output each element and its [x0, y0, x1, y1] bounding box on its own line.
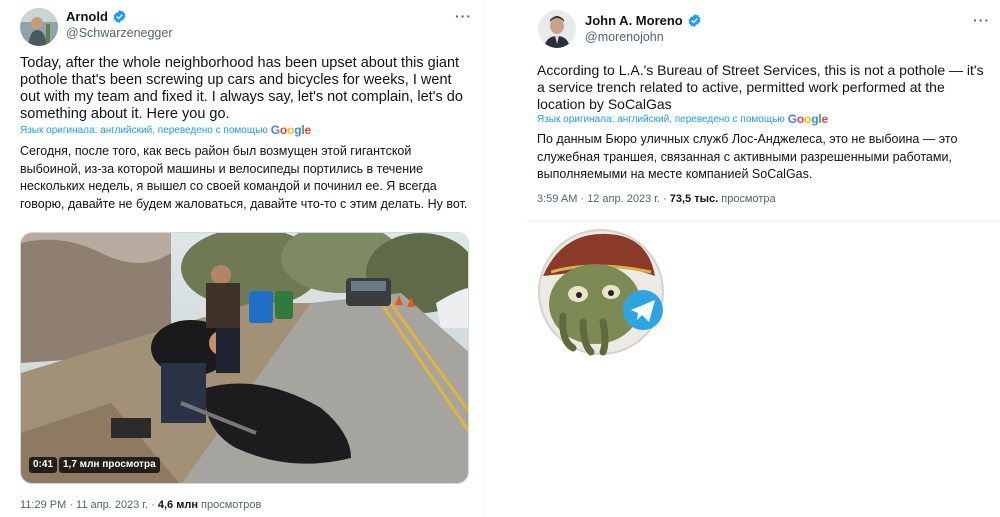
tweet-text-original: According to L.A.'s Bureau of Street Ser…: [537, 62, 984, 112]
tweet-text-original: Today, after the whole neighborhood has …: [20, 55, 463, 122]
video-view-count: 1,7 млн просмотра: [59, 457, 160, 473]
pirate-octopus-sticker: [533, 226, 669, 356]
avatar[interactable]: [20, 8, 58, 46]
google-logo-icon: Google: [787, 112, 828, 126]
tweet-text-translated: Сегодня, после того, как весь район был …: [20, 144, 468, 211]
views-label: просмотра: [718, 193, 776, 205]
verified-badge-icon: [688, 13, 701, 28]
verified-badge-icon: [113, 9, 126, 24]
person-photo-avatar-icon: [20, 8, 58, 46]
more-options-icon[interactable]: ···: [973, 12, 990, 28]
pothole-repair-video-thumbnail-icon: [21, 233, 468, 483]
tweet-timestamp[interactable]: 11:29 PM · 11 апр. 2023 г. ·: [20, 499, 158, 511]
tweet-meta: 3:59 AM · 12 апр. 2023 г. · 73,5 тыс. пр…: [537, 193, 776, 205]
author-handle[interactable]: @morenojohn: [585, 30, 664, 44]
author-row: John A. Moreno: [585, 13, 702, 28]
translation-label: Язык оригинала: английский, переведено с…: [20, 124, 268, 136]
person-photo-avatar-icon: [538, 10, 576, 48]
translation-notice[interactable]: Язык оригинала: английский, переведено с…: [537, 112, 828, 126]
views-label: просмотров: [197, 499, 262, 511]
more-options-icon[interactable]: ···: [455, 8, 472, 24]
tweet-timestamp[interactable]: 3:59 AM · 12 апр. 2023 г. ·: [537, 193, 670, 205]
avatar[interactable]: [538, 10, 576, 48]
views-count: 73,5 тыс.: [669, 193, 719, 205]
video-player[interactable]: 0:41 1,7 млн просмотра: [20, 232, 469, 484]
tweet-text-translated: По данным Бюро уличных служб Лос-Анджеле…: [537, 132, 958, 181]
tweet-arnold: Arnold @Schwarzenegger ··· Today, after …: [0, 0, 485, 517]
tweet-meta: 11:29 PM · 11 апр. 2023 г. · 4,6 млн про…: [20, 499, 261, 511]
author-handle[interactable]: @Schwarzenegger: [66, 26, 173, 40]
author-name[interactable]: John A. Moreno: [585, 13, 683, 28]
google-logo-icon: Google: [270, 123, 311, 137]
tweet-moreno: John A. Moreno @morenojohn ··· According…: [525, 0, 1000, 222]
translation-label: Язык оригинала: английский, переведено с…: [537, 113, 785, 125]
video-duration: 0:41: [29, 457, 58, 473]
author-name[interactable]: Arnold: [66, 9, 108, 24]
pirate-octopus-telegram-sticker-icon: [538, 229, 664, 356]
views-count: 4,6 млн: [157, 499, 198, 511]
author-row: Arnold: [66, 9, 127, 24]
translation-notice[interactable]: Язык оригинала: английский, переведено с…: [20, 123, 311, 137]
